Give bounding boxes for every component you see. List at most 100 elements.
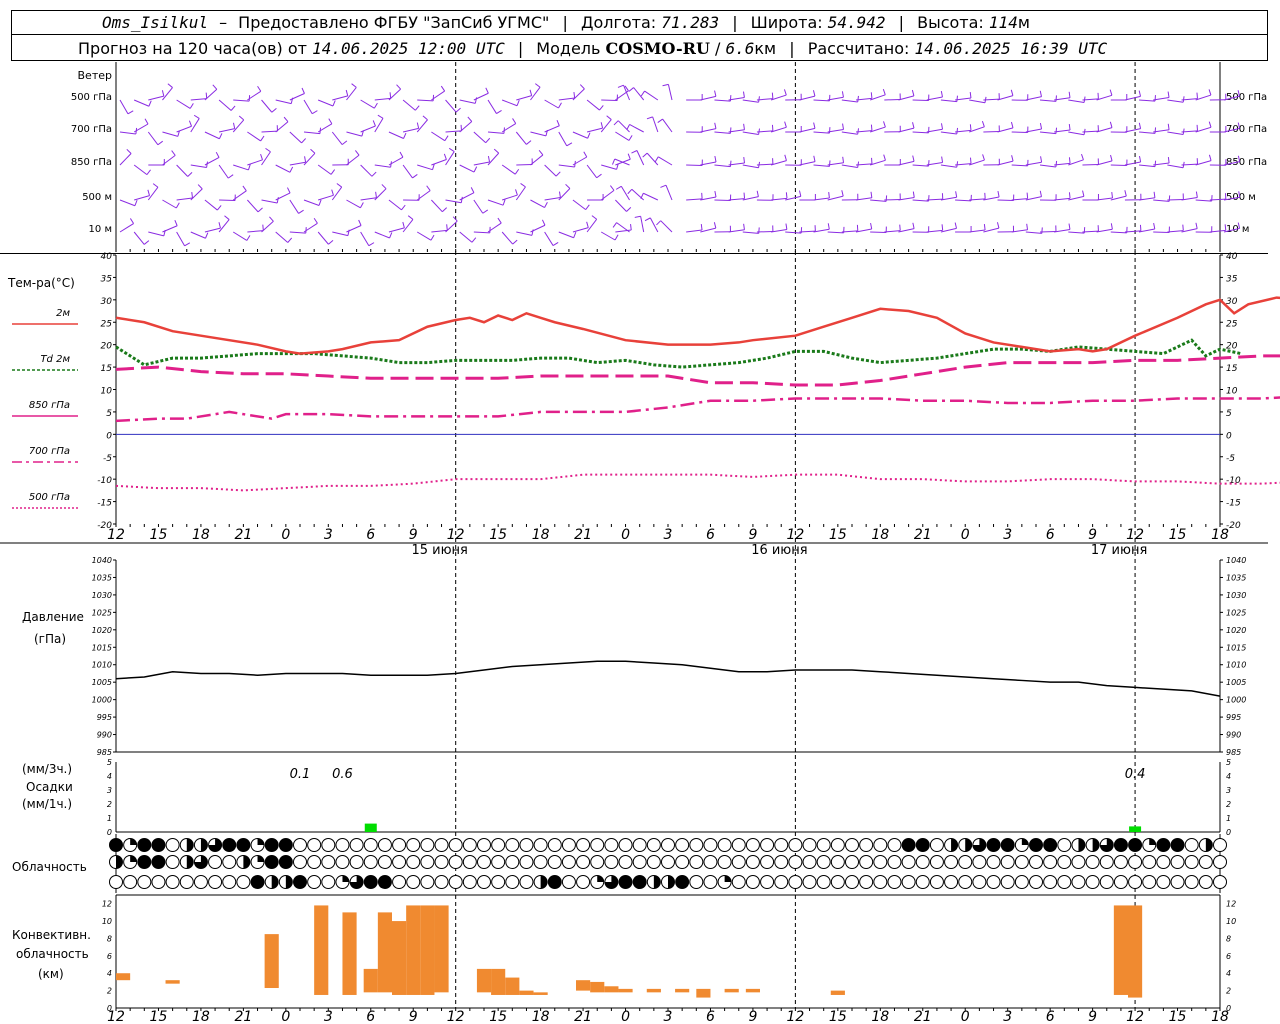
conv-ytick-right: 8 — [1226, 934, 1231, 943]
cloud-fill — [265, 838, 279, 852]
wind-barb — [572, 199, 587, 211]
wind-barb-feather — [1182, 96, 1185, 103]
wind-barb — [247, 199, 259, 213]
cloud-symbol — [477, 855, 491, 869]
wind-barb — [940, 131, 957, 135]
cloud-fill — [987, 838, 1001, 852]
wind-barb — [218, 219, 230, 233]
cloud-symbol — [505, 875, 520, 889]
wind-barb — [1110, 164, 1127, 167]
cloud-fill — [151, 838, 165, 852]
wind-barb-feather — [416, 122, 420, 129]
series-t500 — [115, 473, 1280, 492]
wind-barb-feather — [301, 138, 307, 144]
wind-barb-feather — [407, 215, 414, 220]
wind-barb — [940, 227, 957, 233]
wind-barb — [516, 231, 533, 236]
cloud-symbol — [1099, 855, 1114, 869]
wind-barb — [134, 195, 150, 201]
wind-barb — [318, 194, 334, 201]
hour-tick-label: 9 — [1088, 527, 1097, 543]
wind-barb-feather — [646, 116, 653, 120]
wind-barb-feather — [956, 161, 959, 168]
wind-barb-feather — [700, 224, 703, 231]
cloud-symbol — [576, 875, 591, 889]
wind-barb — [530, 224, 546, 233]
wind-barb — [742, 99, 759, 103]
cloud-symbol — [1213, 875, 1227, 889]
cloud-symbol — [929, 855, 944, 869]
wind-barb — [1138, 228, 1155, 233]
wind-barb-feather — [1195, 191, 1198, 198]
wind-barb-feather — [470, 187, 475, 193]
cloud-symbol — [618, 855, 633, 869]
cloud-symbol — [1113, 855, 1128, 869]
wind-barb-feather — [642, 152, 648, 158]
wind-barb-feather — [205, 232, 209, 239]
wind-barb — [501, 194, 518, 201]
wind-barb-feather — [184, 242, 191, 247]
cloud-symbol — [165, 855, 180, 869]
wind-barb-feather — [1026, 223, 1029, 230]
cloud-symbol — [944, 875, 959, 889]
cloud-symbol — [830, 875, 845, 889]
conv-bar — [434, 905, 449, 993]
wind-barb-feather — [912, 222, 915, 229]
cloud-symbol — [717, 855, 732, 869]
wind-barb — [1054, 197, 1071, 201]
wind-barb — [617, 120, 630, 133]
wind-barb-feather — [743, 123, 745, 130]
wind-barb-feather — [785, 192, 788, 199]
wind-barb — [388, 199, 402, 211]
wind-barb-feather — [1154, 127, 1157, 134]
temp-ytick: 35 — [101, 274, 113, 284]
press-ytick: 990 — [97, 731, 112, 740]
wind-barb-feather — [331, 189, 334, 196]
hour-tick-label: 12 — [786, 1009, 804, 1024]
cloud-fill — [130, 838, 137, 845]
cloud-fill — [279, 838, 293, 852]
wind-barb — [317, 99, 334, 107]
conv-ytick: 12 — [102, 900, 112, 909]
cloud-symbol — [1014, 855, 1029, 869]
precip-label: 0.6 — [332, 767, 353, 782]
press-ytick: 995 — [97, 713, 112, 722]
wind-barb — [1167, 164, 1184, 169]
wind-barb-feather — [216, 205, 222, 211]
wind-barb — [162, 199, 177, 209]
cloud-symbol — [1170, 855, 1185, 869]
wind-barb-feather — [1196, 92, 1198, 99]
wind-barb-feather — [441, 207, 448, 213]
wind-barb-feather — [784, 121, 787, 128]
hour-tick-label: 6 — [1046, 527, 1055, 543]
cloud-symbol — [1128, 855, 1143, 869]
cloud-symbol — [363, 855, 378, 869]
precip-ytick: 4 — [107, 772, 112, 781]
cloud-symbol — [689, 855, 704, 869]
wind-barb — [969, 159, 985, 166]
hour-tick-label: 3 — [664, 1009, 673, 1024]
hour-tick-label: 12 — [107, 527, 125, 543]
wind-barb-feather — [813, 122, 816, 129]
conv-bar — [420, 905, 435, 995]
cloud-symbol — [434, 838, 449, 852]
wind-barb-feather — [969, 92, 972, 99]
cloud-fill — [1021, 838, 1029, 845]
cloud-symbol — [774, 855, 789, 869]
conv-bar — [116, 973, 131, 981]
cloud-symbol — [802, 855, 817, 869]
wind-barb-feather — [127, 110, 134, 115]
cloud-symbol — [816, 838, 831, 852]
wind-barb — [600, 119, 612, 133]
wind-barb-feather — [482, 209, 489, 214]
wind-barb — [133, 231, 145, 245]
conv-bar — [1128, 905, 1143, 998]
series-pressure — [115, 660, 1221, 697]
precip-unit1: (мм/1ч.) — [22, 797, 72, 811]
wind-barb — [983, 227, 1000, 233]
temp-ytick-right: 5 — [1226, 409, 1232, 419]
press-ytick: 1025 — [92, 608, 112, 617]
hour-tick-label: 21 — [914, 1009, 932, 1024]
wind-barb — [303, 131, 320, 135]
wind-barb-feather — [583, 151, 588, 158]
